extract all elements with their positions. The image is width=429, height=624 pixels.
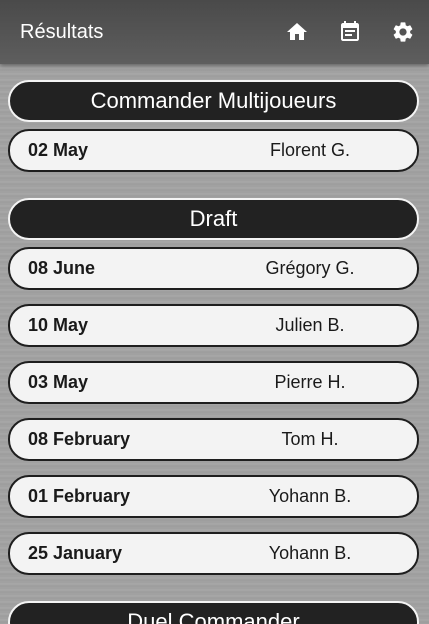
result-winner-name: Julien B.: [275, 315, 345, 335]
home-icon: [286, 23, 307, 40]
result-date: 03 May: [28, 372, 89, 392]
result-date: 01 February: [28, 486, 131, 506]
app-bar-actions: [270, 0, 429, 64]
results-list-container[interactable]: Commander Multijoueurs 02 May Florent G. Dr…: [0, 64, 429, 624]
section-header: Draft: [8, 198, 419, 240]
result-winner-name: Pierre H.: [274, 372, 346, 392]
result-winner-name: Yohann B.: [268, 543, 352, 563]
result-row[interactable]: 01 February Yohann B.: [8, 475, 419, 518]
result-date: 08 February: [28, 429, 131, 449]
section-title: Draft: [189, 206, 238, 231]
result-date: 08 June: [28, 258, 96, 278]
calendar-icon: [340, 21, 359, 41]
home-button[interactable]: [270, 0, 323, 64]
gear-icon: [393, 22, 412, 42]
calendar-button[interactable]: [323, 0, 376, 64]
result-winner-name: Grégory G.: [265, 258, 355, 278]
result-winner-name: Florent G.: [269, 140, 351, 160]
result-row[interactable]: 25 January Yohann B.: [8, 532, 419, 575]
result-row[interactable]: 08 February Tom H.: [8, 418, 419, 461]
result-date: 10 May: [28, 315, 89, 335]
app-bar: Résultats: [0, 0, 429, 64]
section-title: Duel Commander: [127, 609, 300, 624]
result-row[interactable]: 10 May Julien B.: [8, 304, 419, 347]
results-list: Commander Multijoueurs 02 May Florent G. Dr…: [0, 64, 429, 624]
result-row[interactable]: 08 June Grégory G.: [8, 247, 419, 290]
result-row[interactable]: 02 May Florent G.: [8, 129, 419, 172]
result-winner-name: Yohann B.: [268, 486, 352, 506]
result-winner-name: Tom H.: [281, 429, 339, 449]
result-row[interactable]: 03 May Pierre H.: [8, 361, 419, 404]
app-title: Résultats: [20, 20, 104, 43]
section-header: Duel Commander: [8, 601, 419, 624]
result-date: 25 January: [28, 543, 123, 563]
result-date: 02 May: [28, 140, 89, 160]
settings-button[interactable]: [376, 0, 429, 64]
section-title: Commander Multijoueurs: [90, 88, 337, 113]
section-header: Commander Multijoueurs: [8, 80, 419, 122]
